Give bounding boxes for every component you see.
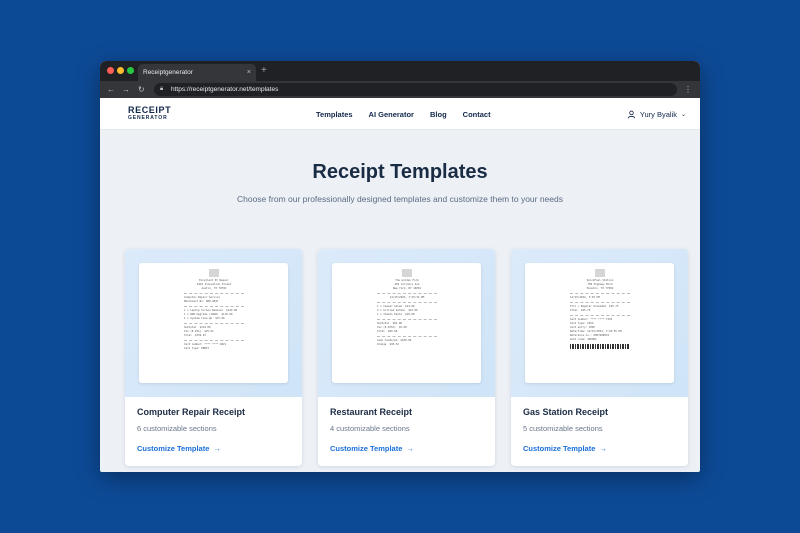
customize-template-label: Customize Template <box>330 444 403 453</box>
receipt-line: New York, NY 10001 <box>392 287 422 290</box>
receipt-line: 1 x Tomato Pasta $18.00 <box>377 313 415 316</box>
main-nav: Templates AI Generator Blog Contact <box>316 98 491 130</box>
receipt-line: Mainboard No. SB0-2847 <box>184 300 219 303</box>
chevron-down-icon: ⌄ <box>680 111 686 118</box>
receipt-divider <box>377 336 437 337</box>
receipt-divider <box>570 302 630 303</box>
tab-close-icon[interactable]: × <box>247 64 251 81</box>
url-text: https://receiptgenerator.net/templates <box>171 86 279 93</box>
card-body: Computer Repair Receipt 6 customizable s… <box>125 397 302 463</box>
receipt-line: Total $69.68 <box>377 330 398 333</box>
new-tab-button[interactable]: + <box>261 64 267 78</box>
receipt-logo-placeholder <box>402 269 412 277</box>
nav-ai-generator[interactable]: AI Generator <box>369 110 414 119</box>
receipt-content: QuickFuel Station 789 Highway Blvd Houst… <box>570 269 630 349</box>
tab-title: Receiptgenerator <box>143 69 193 76</box>
nav-contact[interactable]: Contact <box>463 110 491 119</box>
receipt-divider <box>570 315 630 316</box>
receipt-divider <box>377 319 437 320</box>
receipt-divider <box>377 302 437 303</box>
receipt-line: Austin, TX 78702 <box>201 287 227 290</box>
browser-menu-icon[interactable]: ⋮ <box>684 83 692 96</box>
card-body: Gas Station Receipt 5 customizable secti… <box>511 397 688 463</box>
lock-icon: 🔒︎ <box>160 86 164 92</box>
nav-templates[interactable]: Templates <box>316 110 353 119</box>
card-preview: The Golden Fork 456 Culinary Ave New Yor… <box>318 249 495 397</box>
card-sections-count: 4 customizable sections <box>330 424 410 433</box>
card-body: Restaurant Receipt 4 customizable sectio… <box>318 397 495 463</box>
receipt-line: 1 x System Tune-Up $75.00 <box>184 317 225 320</box>
customize-template-link[interactable]: Customize Template → <box>523 444 676 453</box>
card-title: Computer Repair Receipt <box>137 407 246 417</box>
card-sections-count: 5 customizable sections <box>523 424 603 433</box>
template-card-gas-station[interactable]: QuickFuel Station 789 Highway Blvd Houst… <box>511 249 688 466</box>
receipt-divider <box>184 323 244 324</box>
reload-icon[interactable]: ↻ <box>138 83 145 96</box>
customize-template-label: Customize Template <box>523 444 596 453</box>
receipt-content: The Golden Fork 456 Culinary Ave New Yor… <box>377 269 437 347</box>
customize-template-link[interactable]: Customize Template → <box>137 444 290 453</box>
receipt-divider <box>184 306 244 307</box>
receipt-divider <box>184 340 244 341</box>
forward-arrow-icon[interactable]: → <box>122 83 130 96</box>
template-card-restaurant[interactable]: The Golden Fork 456 Culinary Ave New Yor… <box>318 249 495 466</box>
card-title: Restaurant Receipt <box>330 407 413 417</box>
site-header: RECEIPT GENERATOR Templates AI Generator… <box>100 98 700 130</box>
receipt-line: Total $339.91 <box>184 334 206 337</box>
barcode <box>570 344 630 349</box>
template-card-computer-repair[interactable]: Excellent PC Repair 2410 Innovation Stre… <box>125 249 302 466</box>
receipt-logo-placeholder <box>209 269 219 277</box>
arrow-right-icon: → <box>406 444 414 453</box>
receipt-line: 12/15/2024, 7:45:32 PM <box>389 296 425 299</box>
receipt-line: Card type: DEBIT <box>184 347 209 350</box>
receipt-line: Auth code: 4P9H6X <box>570 338 597 341</box>
receipt-content: Excellent PC Repair 2410 Innovation Stre… <box>184 269 244 351</box>
address-bar[interactable]: 🔒︎ https://receiptgenerator.net/template… <box>154 83 677 96</box>
page-title: Receipt Templates <box>312 161 488 183</box>
card-title: Gas Station Receipt <box>523 407 609 417</box>
receipt-line: 12/15/2024, 3:45 PM <box>570 296 600 299</box>
customize-template-label: Customize Template <box>137 444 210 453</box>
card-sections-count: 6 customizable sections <box>137 424 217 433</box>
browser-window: Receiptgenerator × + ← → ↻ 🔒︎ https://re… <box>100 61 700 472</box>
site-logo[interactable]: RECEIPT GENERATOR <box>128 106 171 121</box>
receipt-divider <box>570 293 630 294</box>
receipt-logo-placeholder <box>595 269 605 277</box>
close-window-button[interactable] <box>107 67 114 74</box>
user-name: Yury Byalik <box>639 109 677 119</box>
customize-template-link[interactable]: Customize Template → <box>330 444 483 453</box>
receipt-preview: QuickFuel Station 789 Highway Blvd Houst… <box>525 263 674 383</box>
card-preview: Excellent PC Repair 2410 Innovation Stre… <box>125 249 302 397</box>
template-grid: Excellent PC Repair 2410 Innovation Stre… <box>125 249 688 466</box>
hero: Receipt Templates Choose from our profes… <box>100 161 700 207</box>
logo-line-2: GENERATOR <box>128 115 168 121</box>
minimize-window-button[interactable] <box>117 67 124 74</box>
browser-tab[interactable]: Receiptgenerator × <box>138 64 256 81</box>
card-preview: QuickFuel Station 789 Highway Blvd Houst… <box>511 249 688 397</box>
nav-blog[interactable]: Blog <box>430 110 447 119</box>
receipt-line: Houston, TX 77002 <box>586 287 614 290</box>
back-arrow-icon[interactable]: ← <box>107 83 115 96</box>
maximize-window-button[interactable] <box>127 67 134 74</box>
receipt-divider <box>184 293 244 294</box>
arrow-right-icon: → <box>599 444 607 453</box>
browser-toolbar: ← → ↻ 🔒︎ https://receiptgenerator.net/te… <box>100 81 700 98</box>
receipt-divider <box>377 293 437 294</box>
page-subtitle: Choose from our professionally designed … <box>236 194 563 204</box>
receipt-line: Total $45.75 <box>570 309 591 312</box>
user-menu[interactable]: Yury Byalik ⌄ <box>627 98 686 130</box>
receipt-line: Change $30.32 <box>377 343 399 346</box>
logo-line-1: RECEIPT <box>128 105 172 115</box>
user-icon <box>627 110 635 118</box>
tab-bar: Receiptgenerator × + <box>100 61 700 81</box>
receipt-preview: The Golden Fork 456 Culinary Ave New Yor… <box>332 263 481 383</box>
receipt-preview: Excellent PC Repair 2410 Innovation Stre… <box>139 263 288 383</box>
arrow-right-icon: → <box>213 444 221 453</box>
